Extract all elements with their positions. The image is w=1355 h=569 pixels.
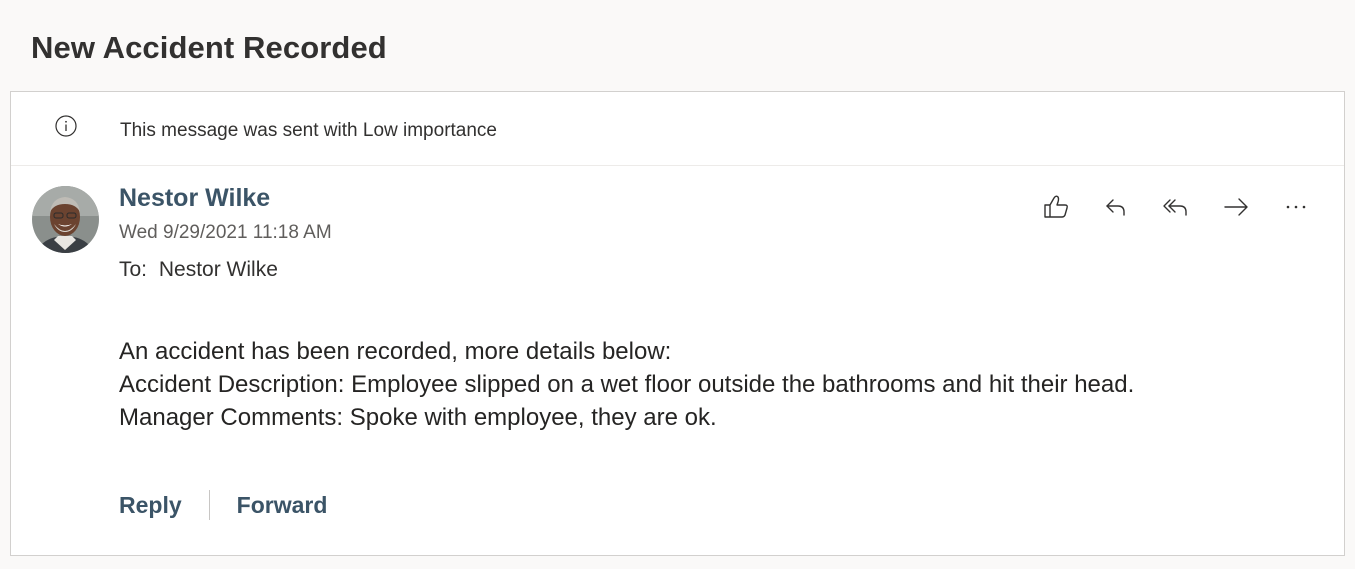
body-line: Manager Comments: Spoke with employee, t… (119, 404, 717, 431)
more-actions-button[interactable] (1266, 192, 1326, 226)
forward-link[interactable]: Forward (237, 492, 328, 519)
body-line: An accident has been recorded, more deta… (119, 338, 672, 365)
reply-all-toolbar-button[interactable] (1146, 192, 1206, 226)
sender-name[interactable]: Nestor Wilke (119, 184, 270, 213)
to-label: To: (119, 258, 148, 281)
forward-arrow-icon (1221, 192, 1251, 227)
forward-toolbar-button[interactable] (1206, 192, 1266, 226)
reply-toolbar-button[interactable] (1086, 192, 1146, 226)
thumbs-up-icon (1041, 192, 1071, 227)
reply-link[interactable]: Reply (119, 492, 182, 519)
like-button[interactable] (1026, 192, 1086, 226)
importance-infobar: This message was sent with Low importanc… (11, 92, 1344, 166)
sender-avatar[interactable] (32, 186, 99, 253)
reply-icon (1101, 192, 1131, 227)
message-subject: New Accident Recorded (31, 30, 387, 65)
body-line: Accident Description: Employee slipped o… (119, 371, 1135, 398)
importance-text: This message was sent with Low importanc… (120, 120, 497, 141)
message-card: This message was sent with Low importanc… (10, 91, 1345, 556)
message-actions-toolbar (1026, 192, 1326, 226)
reply-all-icon (1161, 192, 1191, 227)
more-horizontal-icon (1281, 192, 1311, 227)
footer-divider (208, 490, 210, 520)
info-icon (55, 115, 77, 137)
to-recipient[interactable]: Nestor Wilke (159, 258, 278, 281)
footer-actions: Reply Forward (119, 490, 327, 520)
message-body: An accident has been recorded, more deta… (119, 335, 1134, 434)
sent-datetime: Wed 9/29/2021 11:18 AM (119, 222, 332, 243)
to-line: To: Nestor Wilke (119, 258, 278, 282)
